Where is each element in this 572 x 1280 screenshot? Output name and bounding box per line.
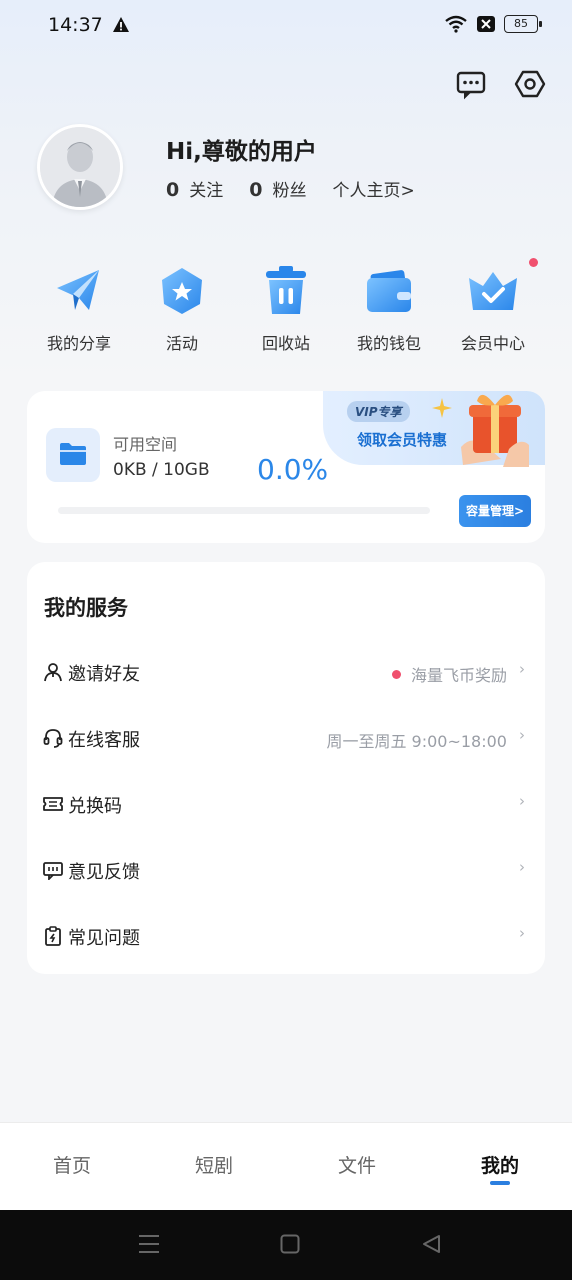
service-hint-text: 海量飞币奖励 bbox=[410, 666, 507, 685]
service-feedback[interactable]: 意见反馈 › bbox=[27, 836, 545, 902]
quick-action-activity[interactable]: 活动 bbox=[130, 262, 234, 354]
home-square-icon[interactable] bbox=[280, 1234, 300, 1254]
quick-action-label: 活动 bbox=[165, 334, 198, 353]
storage-usage-text: 0KB / 10GB bbox=[113, 460, 210, 480]
no-sim-icon bbox=[477, 16, 495, 32]
battery-indicator: 85 bbox=[504, 15, 542, 33]
chevron-right-icon: › bbox=[519, 792, 525, 810]
default-avatar-icon bbox=[40, 127, 120, 207]
services-card: 我的服务 邀请好友 海量飞币奖励 › 在线客服 周一至周五 9:00~18:00… bbox=[27, 562, 545, 974]
available-space-label: 可用空间 bbox=[113, 435, 178, 454]
star-badge-icon bbox=[162, 268, 202, 314]
profile-stats: 0 关注 0 粉丝 个人主页> bbox=[166, 176, 415, 201]
wallet-icon bbox=[367, 270, 411, 312]
service-hint: 周一至周五 9:00~18:00 bbox=[326, 732, 507, 751]
tab-home[interactable]: 首页 bbox=[22, 1151, 122, 1178]
active-tab-indicator bbox=[490, 1181, 510, 1185]
capacity-manage-button[interactable]: 容量管理> bbox=[459, 495, 531, 527]
chevron-right-icon: › bbox=[519, 660, 525, 678]
menu-icon[interactable] bbox=[138, 1234, 160, 1254]
tab-mine[interactable]: 我的 bbox=[450, 1151, 550, 1178]
person-icon bbox=[44, 663, 62, 682]
greeting-text: Hi,尊敬的用户 bbox=[166, 139, 317, 165]
service-label: 常见问题 bbox=[68, 928, 140, 949]
trash-icon bbox=[266, 266, 306, 314]
ticket-icon bbox=[43, 797, 63, 811]
service-label: 意见反馈 bbox=[68, 862, 140, 883]
status-time: 14:37 bbox=[48, 14, 103, 36]
quick-action-recycle-bin[interactable]: 回收站 bbox=[234, 262, 338, 354]
warning-icon bbox=[113, 17, 129, 32]
storage-progress-bar bbox=[58, 507, 430, 514]
folder-icon bbox=[60, 443, 86, 465]
chevron-right-icon: › bbox=[519, 726, 525, 744]
notification-dot bbox=[529, 258, 538, 267]
service-label: 邀请好友 bbox=[68, 664, 140, 685]
vip-promo-banner[interactable]: VIP专享 领取会员特惠 bbox=[323, 391, 545, 467]
status-bar: 14:37 85 bbox=[0, 0, 572, 52]
storage-percent: 0.0% bbox=[257, 453, 329, 486]
service-label: 在线客服 bbox=[68, 730, 140, 751]
sparkle-icon bbox=[432, 398, 452, 418]
quick-action-label: 我的分享 bbox=[46, 334, 111, 353]
quick-action-wallet[interactable]: 我的钱包 bbox=[337, 262, 441, 354]
vip-promo-text: 领取会员特惠 bbox=[357, 431, 448, 449]
chevron-right-icon: › bbox=[519, 924, 525, 942]
service-hint: 海量飞币奖励 bbox=[391, 662, 507, 686]
quick-actions: 我的分享 活动 回收站 我的钱包 会员中心 bbox=[0, 262, 572, 362]
vip-tag: VIP专享 bbox=[347, 401, 410, 422]
storage-folder-tile bbox=[46, 428, 100, 482]
gift-box-icon bbox=[461, 394, 529, 467]
following-count[interactable]: 0 bbox=[166, 179, 179, 201]
system-navigation-bar bbox=[0, 1210, 572, 1280]
back-triangle-icon[interactable] bbox=[421, 1234, 441, 1254]
tab-short-drama[interactable]: 短剧 bbox=[164, 1151, 264, 1178]
service-faq[interactable]: 常见问题 › bbox=[27, 902, 545, 968]
quick-action-label: 回收站 bbox=[261, 334, 310, 353]
services-title: 我的服务 bbox=[44, 596, 128, 620]
tab-files[interactable]: 文件 bbox=[307, 1151, 407, 1178]
reward-dot bbox=[391, 670, 401, 679]
followers-count[interactable]: 0 bbox=[249, 179, 262, 201]
wifi-icon bbox=[445, 15, 467, 33]
followers-label[interactable]: 粉丝 bbox=[272, 176, 306, 201]
service-online-support[interactable]: 在线客服 周一至周五 9:00~18:00 › bbox=[27, 704, 545, 770]
quick-action-vip-center[interactable]: 会员中心 bbox=[441, 262, 545, 354]
clipboard-icon bbox=[45, 926, 61, 946]
avatar[interactable] bbox=[37, 124, 123, 210]
feedback-icon bbox=[43, 862, 63, 880]
quick-action-label: 我的钱包 bbox=[356, 334, 421, 353]
homepage-link[interactable]: 个人主页> bbox=[332, 176, 414, 201]
service-redeem-code[interactable]: 兑换码 › bbox=[27, 770, 545, 836]
headset-icon bbox=[43, 729, 63, 748]
quick-action-share[interactable]: 我的分享 bbox=[27, 262, 131, 354]
crown-icon bbox=[469, 272, 517, 310]
storage-card: VIP专享 领取会员特惠 可用空间 0KB / 10GB 0.0% 容量管理> bbox=[27, 391, 545, 543]
bottom-navigation: 首页 短剧 文件 我的 bbox=[0, 1122, 572, 1210]
status-icons: 85 bbox=[444, 15, 542, 33]
service-invite-friends[interactable]: 邀请好友 海量飞币奖励 › bbox=[27, 638, 545, 704]
quick-action-label: 会员中心 bbox=[460, 334, 525, 353]
paper-plane-icon bbox=[57, 270, 99, 310]
message-icon[interactable] bbox=[455, 68, 487, 100]
chevron-right-icon: › bbox=[519, 858, 525, 876]
settings-icon[interactable] bbox=[514, 68, 546, 100]
service-label: 兑换码 bbox=[68, 796, 122, 817]
following-label[interactable]: 关注 bbox=[189, 176, 223, 201]
